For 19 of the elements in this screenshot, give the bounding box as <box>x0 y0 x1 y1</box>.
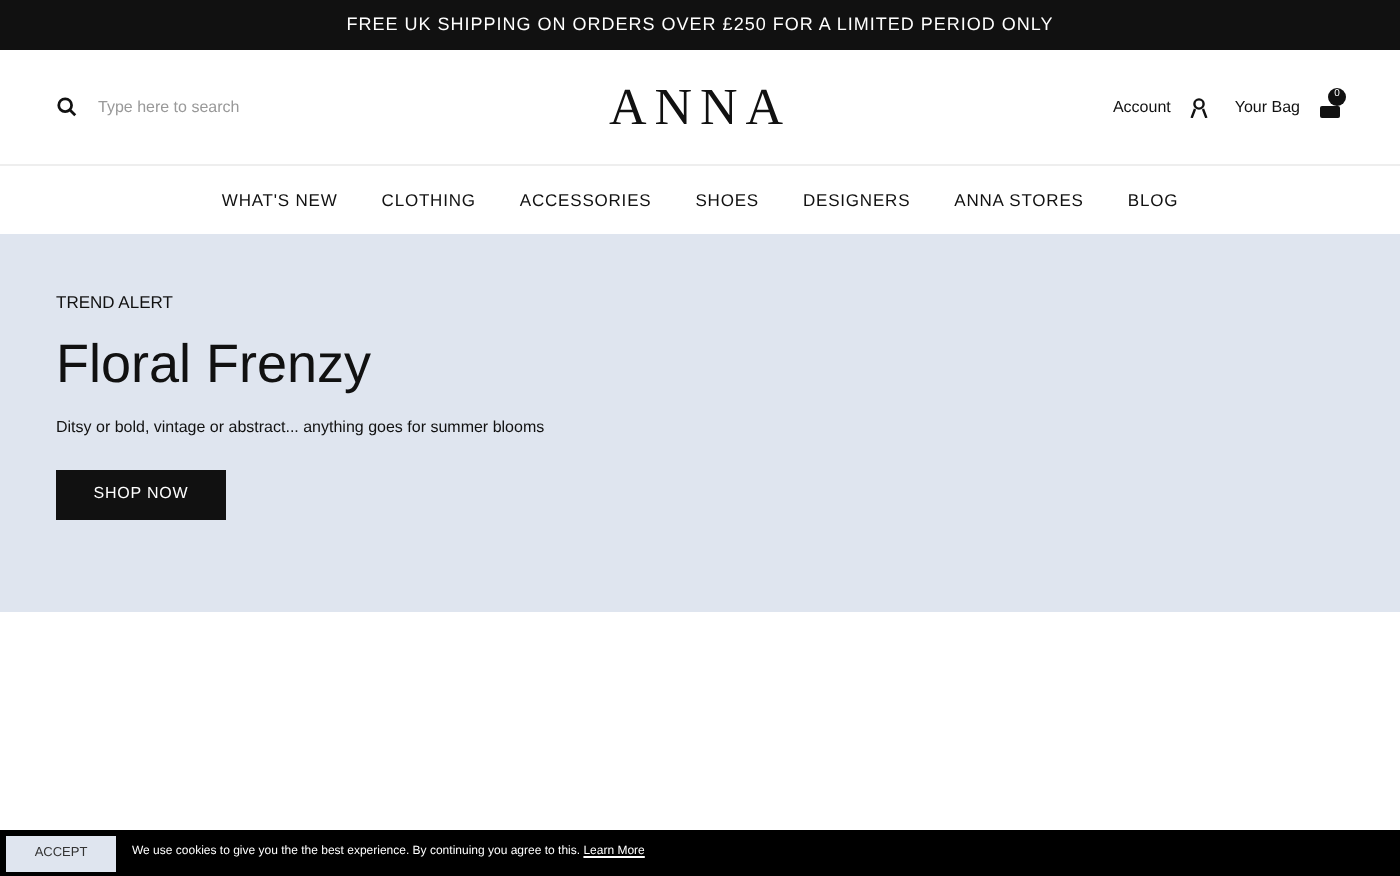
hero-title: Floral Frenzy <box>56 331 372 398</box>
nav-link[interactable]: BLOG <box>1127 187 1179 213</box>
promo-text: FREE UK SHIPPING ON ORDERS OVER £250 FOR A LIMITED PERIOD ONLY <box>346 11 1054 38</box>
nav-link[interactable]: ANNA STORES <box>954 187 1084 213</box>
search-icon[interactable] <box>56 96 78 118</box>
nav-link[interactable]: DESIGNERS <box>802 187 911 213</box>
nav-link[interactable]: SHOES <box>695 187 759 213</box>
nav-link[interactable]: ACCESSORIES <box>519 187 652 213</box>
logo[interactable]: ANNA <box>608 68 792 146</box>
shop-now-button[interactable]: SHOP NOW <box>56 469 226 520</box>
hero-subtitle: Ditsy or bold, vintage or abstract... anything goes for summer blooms <box>56 415 545 440</box>
bag-link[interactable]: Your Bag <box>1234 95 1300 119</box>
hero-eyebrow: TREND ALERT <box>56 290 173 316</box>
account-link[interactable]: Account <box>1112 95 1171 119</box>
nav-link[interactable]: CLOTHING <box>381 187 476 213</box>
bag-icon[interactable] <box>1320 101 1340 117</box>
person-icon[interactable] <box>1190 97 1209 117</box>
search-field[interactable]: Type here to search <box>98 95 398 119</box>
nav-link[interactable]: WHAT'S NEW <box>221 187 338 213</box>
